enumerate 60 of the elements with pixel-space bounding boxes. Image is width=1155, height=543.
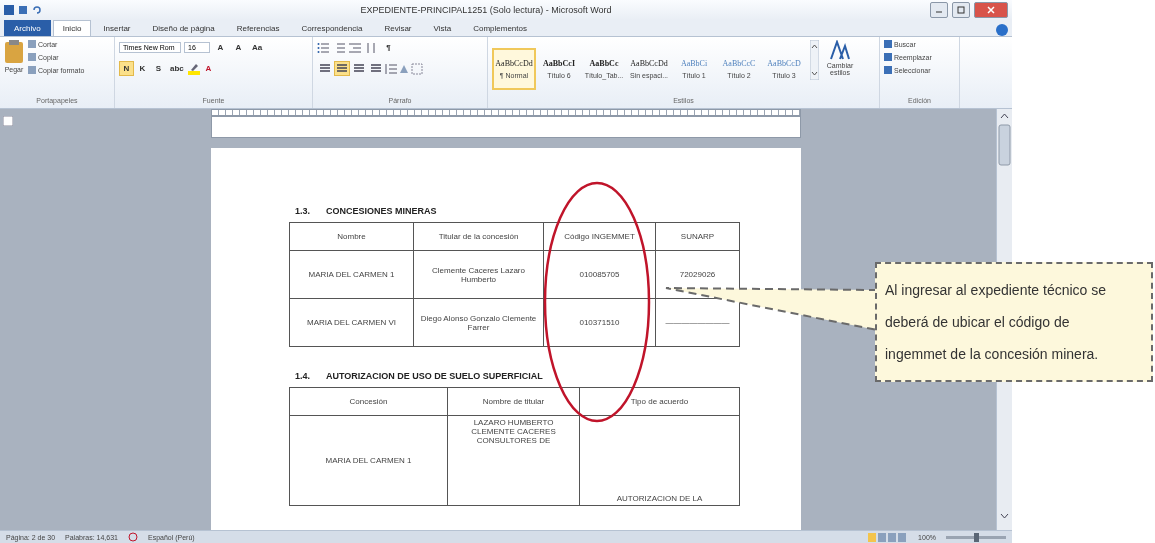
table-header-cell: Nombre <box>289 222 414 251</box>
font-size-button[interactable]: A <box>213 40 228 55</box>
table-header-cell: Tipo de acuerdo <box>579 387 740 416</box>
ribbon-tab[interactable]: Referencias <box>226 20 290 36</box>
font-size-button[interactable]: A <box>231 40 246 55</box>
font-size-button[interactable]: Aa <box>249 40 266 55</box>
table-cell: LAZARO HUMBERTO CLEMENTE CACERES CONSULTORES DE <box>447 415 580 506</box>
change-styles-icon[interactable] <box>830 40 850 60</box>
ribbon-tab[interactable]: Inicio <box>52 20 92 36</box>
zoom-slider[interactable] <box>946 535 1006 539</box>
table-cell: MARIA DEL CARMEN 1 <box>289 415 448 506</box>
ribbon-tab[interactable]: Revisar <box>374 20 422 36</box>
table-cell: Diego Alonso Gonzalo Clemente Farrer <box>413 298 544 347</box>
close-button[interactable] <box>974 2 1008 18</box>
ruler-toggle-icon[interactable] <box>3 116 13 126</box>
table-cell: 010085705 <box>543 250 656 299</box>
table-header-cell: Nombre de titular <box>447 387 580 416</box>
align-button[interactable] <box>334 61 350 76</box>
format-button[interactable]: S <box>151 61 166 76</box>
file-tab[interactable]: Archivo <box>4 20 51 36</box>
table-header-cell: Titular de la concesión <box>413 222 544 251</box>
zoom-slider-thumb[interactable] <box>974 532 979 542</box>
table-header-cell: SUNARP <box>655 222 740 251</box>
ribbon-tab[interactable]: Correspondencia <box>291 20 373 36</box>
ribbon-tab[interactable]: Vista <box>423 20 462 36</box>
font-color-button[interactable]: A <box>200 61 216 76</box>
close-icon <box>987 6 995 14</box>
indent-icon[interactable] <box>349 41 361 54</box>
table-cell: MARIA DEL CARMEN 1 <box>289 250 414 299</box>
ribbon-tab[interactable]: Insertar <box>93 20 141 36</box>
window-title: EXPEDIENTE-PRINCIPAL1251 (Solo lectura) - Microsoft Word <box>359 5 613 15</box>
spellcheck-icon[interactable] <box>128 532 138 542</box>
line-spacing-icon[interactable] <box>385 62 397 75</box>
view-buttons-icon[interactable] <box>868 532 909 542</box>
table-cell: AUTORIZACION DE LA <box>579 415 740 506</box>
show-formatting-button[interactable]: ¶ <box>381 40 396 55</box>
minimize-button[interactable] <box>930 2 948 18</box>
undo-icon[interactable] <box>32 5 42 15</box>
help-icon[interactable] <box>996 24 1008 36</box>
format-button[interactable]: K <box>135 61 150 76</box>
table-cell: 010371510 <box>543 298 656 347</box>
section-heading: AUTORIZACION DE USO DE SUELO SUPERFICIAL <box>326 371 543 381</box>
table-header-cell: Código INGEMMET <box>543 222 656 251</box>
format-button[interactable]: N <box>119 61 134 76</box>
table-cell: Clemente Caceres Lazaro Humberto <box>413 250 544 299</box>
format-button[interactable]: abc <box>167 61 187 76</box>
bullet-list-icon[interactable] <box>317 41 329 54</box>
clipboard-icon[interactable] <box>4 40 24 64</box>
maximize-button[interactable] <box>952 2 970 18</box>
callout-text: Al ingresar al expediente técnico se deberá de ubicar el código de ingemmet de la concesión minera. <box>885 281 1108 364</box>
ribbon-tab[interactable]: Diseño de página <box>142 20 225 36</box>
section-number: 1.3. <box>295 206 310 216</box>
maximize-icon <box>957 6 965 14</box>
section-number: 1.4. <box>295 371 310 381</box>
table-cell: MARIA DEL CARMEN VI <box>289 298 414 347</box>
highlighter-icon[interactable] <box>187 62 200 75</box>
section-heading: CONCESIONES MINERAS <box>326 206 437 216</box>
table-header-cell: Concesión <box>289 387 448 416</box>
gallery-scroll-icon[interactable] <box>810 40 819 80</box>
ribbon-tab[interactable]: Complementos <box>463 20 537 36</box>
